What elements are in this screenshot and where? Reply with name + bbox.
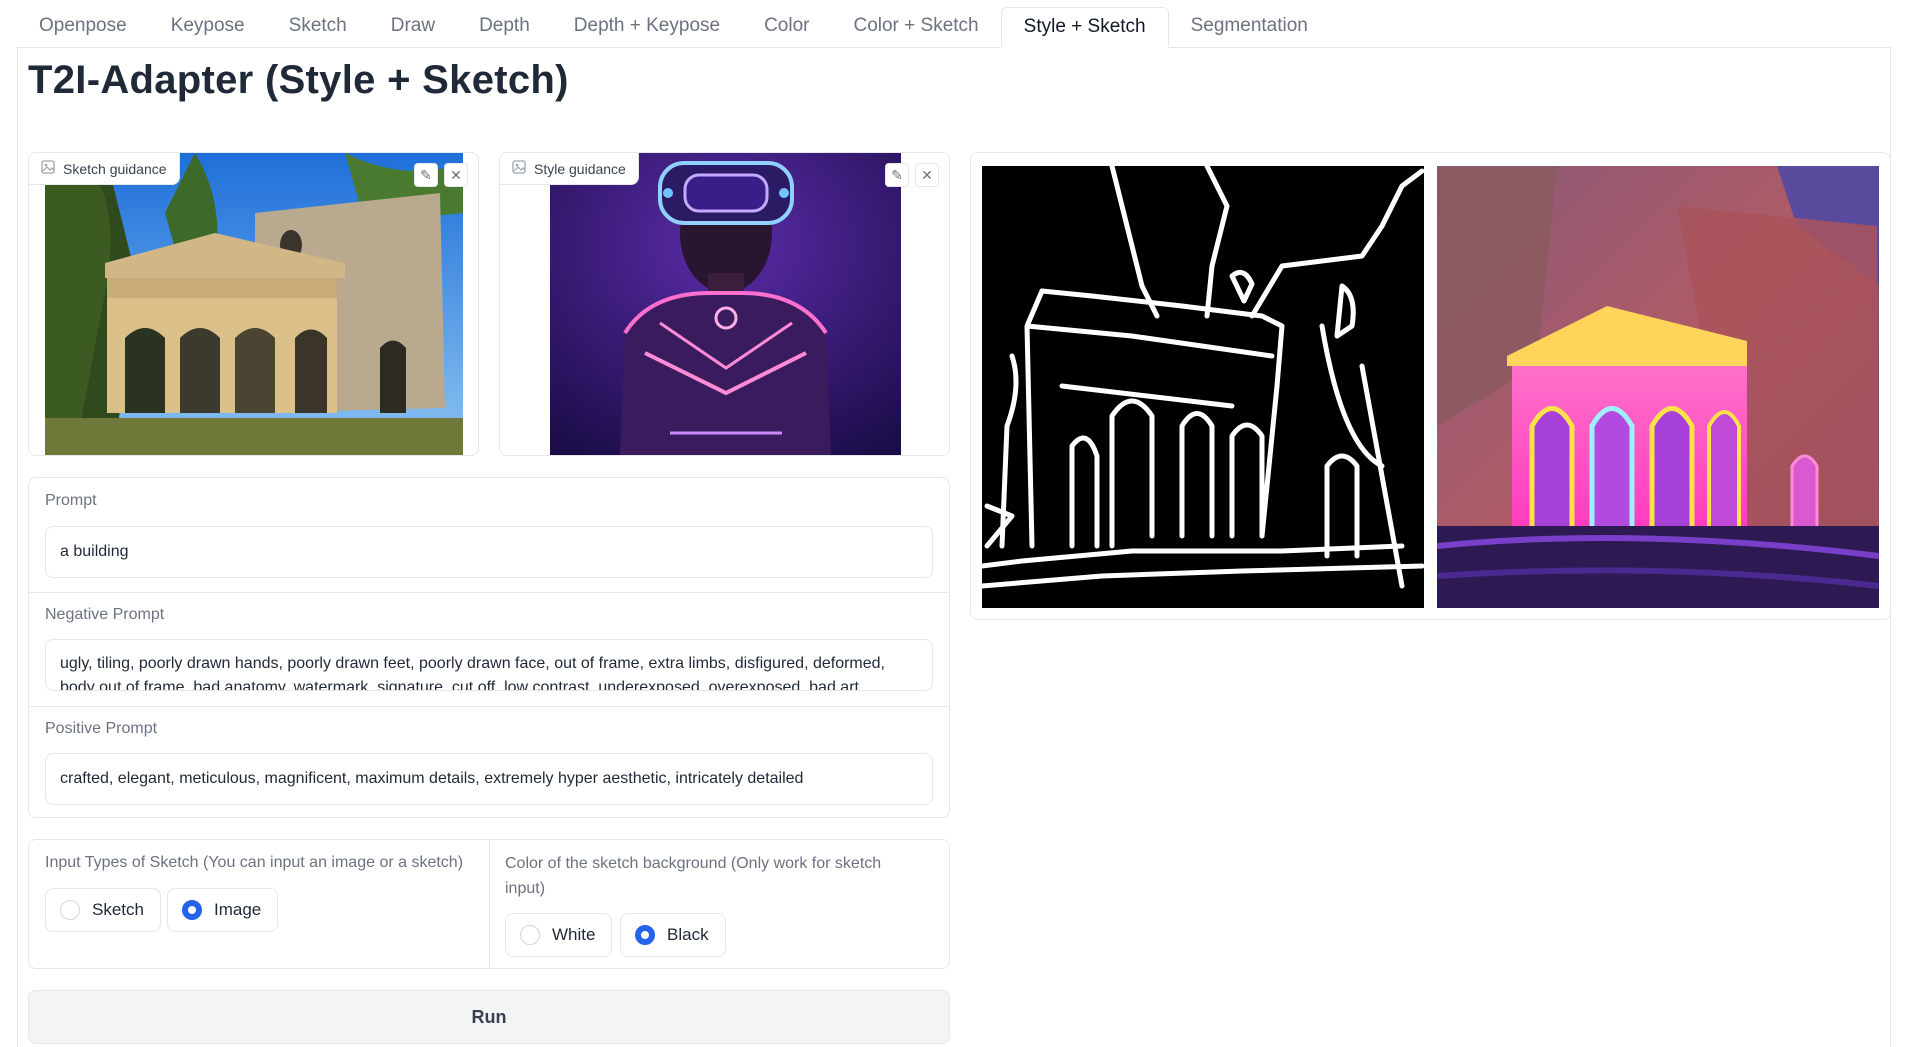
tab-color[interactable]: Color bbox=[742, 7, 831, 47]
prompt-input[interactable]: a building bbox=[45, 526, 933, 578]
options-group: Input Types of Sketch (You can input an … bbox=[28, 839, 950, 969]
sketch-bg-black-option[interactable]: Black bbox=[620, 913, 726, 957]
close-icon[interactable]: ✕ bbox=[915, 163, 939, 187]
prompt-divider bbox=[29, 592, 949, 593]
tab-draw[interactable]: Draw bbox=[369, 7, 457, 47]
radio-sketch-label: Sketch bbox=[92, 900, 144, 919]
output-sketch-image[interactable] bbox=[982, 166, 1424, 608]
tab-color-sketch[interactable]: Color + Sketch bbox=[831, 7, 1000, 47]
radio-black[interactable] bbox=[635, 925, 655, 945]
close-icon[interactable]: ✕ bbox=[444, 163, 468, 187]
pencil-icon[interactable]: ✎ bbox=[414, 163, 438, 187]
sketch-guidance-label: Sketch guidance bbox=[29, 153, 180, 185]
sketch-guidance-image[interactable]: Sketch guidance ✎ ✕ bbox=[28, 152, 479, 456]
input-type-image-option[interactable]: Image bbox=[167, 888, 279, 932]
sketch-image-tools: ✎ ✕ bbox=[414, 163, 468, 187]
style-image-tools: ✎ ✕ bbox=[885, 163, 939, 187]
output-gallery bbox=[970, 152, 1891, 620]
prompt-group: Prompt a building Negative Prompt ugly, … bbox=[28, 477, 950, 818]
negative-prompt-divider bbox=[29, 706, 949, 707]
input-type-sketch-option[interactable]: Sketch bbox=[45, 888, 161, 932]
radio-sketch[interactable] bbox=[60, 900, 80, 920]
tab-keypose[interactable]: Keypose bbox=[149, 7, 267, 47]
positive-prompt-label: Positive Prompt bbox=[45, 720, 158, 737]
negative-prompt-label: Negative Prompt bbox=[45, 606, 165, 623]
positive-prompt-input[interactable]: crafted, elegant, meticulous, magnificen… bbox=[45, 753, 933, 805]
sketch-bg-white-option[interactable]: White bbox=[505, 913, 613, 957]
style-guidance-label: Style guidance bbox=[500, 153, 639, 185]
image-icon bbox=[41, 160, 55, 177]
radio-white-label: White bbox=[552, 925, 596, 944]
negative-prompt-input[interactable]: ugly, tiling, poorly drawn hands, poorly… bbox=[45, 639, 933, 691]
options-divider bbox=[489, 840, 490, 968]
radio-black-label: Black bbox=[667, 925, 709, 944]
run-button[interactable]: Run bbox=[28, 990, 950, 1044]
sketch-bg-label: Color of the sketch background (Only wor… bbox=[505, 855, 882, 897]
prompt-label: Prompt bbox=[45, 492, 97, 509]
radio-image-label: Image bbox=[214, 900, 262, 919]
input-type-label: Input Types of Sketch (You can input an … bbox=[45, 854, 464, 871]
page-title: T2I-Adapter (Style + Sketch) bbox=[28, 58, 569, 102]
style-guidance-label-text: Style guidance bbox=[534, 160, 626, 177]
tab-segmentation[interactable]: Segmentation bbox=[1169, 7, 1330, 47]
tab-openpose[interactable]: Openpose bbox=[17, 7, 149, 47]
tab-depth[interactable]: Depth bbox=[457, 7, 552, 47]
radio-image[interactable] bbox=[182, 900, 202, 920]
radio-white[interactable] bbox=[520, 925, 540, 945]
sketch-guidance-label-text: Sketch guidance bbox=[63, 160, 167, 177]
tab-depth-keypose[interactable]: Depth + Keypose bbox=[552, 7, 742, 47]
sketch-photo bbox=[45, 153, 463, 455]
tab-bar: Openpose Keypose Sketch Draw Depth Depth… bbox=[17, 7, 1891, 48]
style-photo bbox=[550, 153, 901, 455]
tab-sketch[interactable]: Sketch bbox=[267, 7, 369, 47]
output-styled-image[interactable] bbox=[1437, 166, 1879, 608]
pencil-icon[interactable]: ✎ bbox=[885, 163, 909, 187]
style-guidance-image[interactable]: Style guidance ✎ ✕ bbox=[499, 152, 950, 456]
tab-style-sketch[interactable]: Style + Sketch bbox=[1000, 7, 1169, 48]
image-icon bbox=[512, 160, 526, 177]
